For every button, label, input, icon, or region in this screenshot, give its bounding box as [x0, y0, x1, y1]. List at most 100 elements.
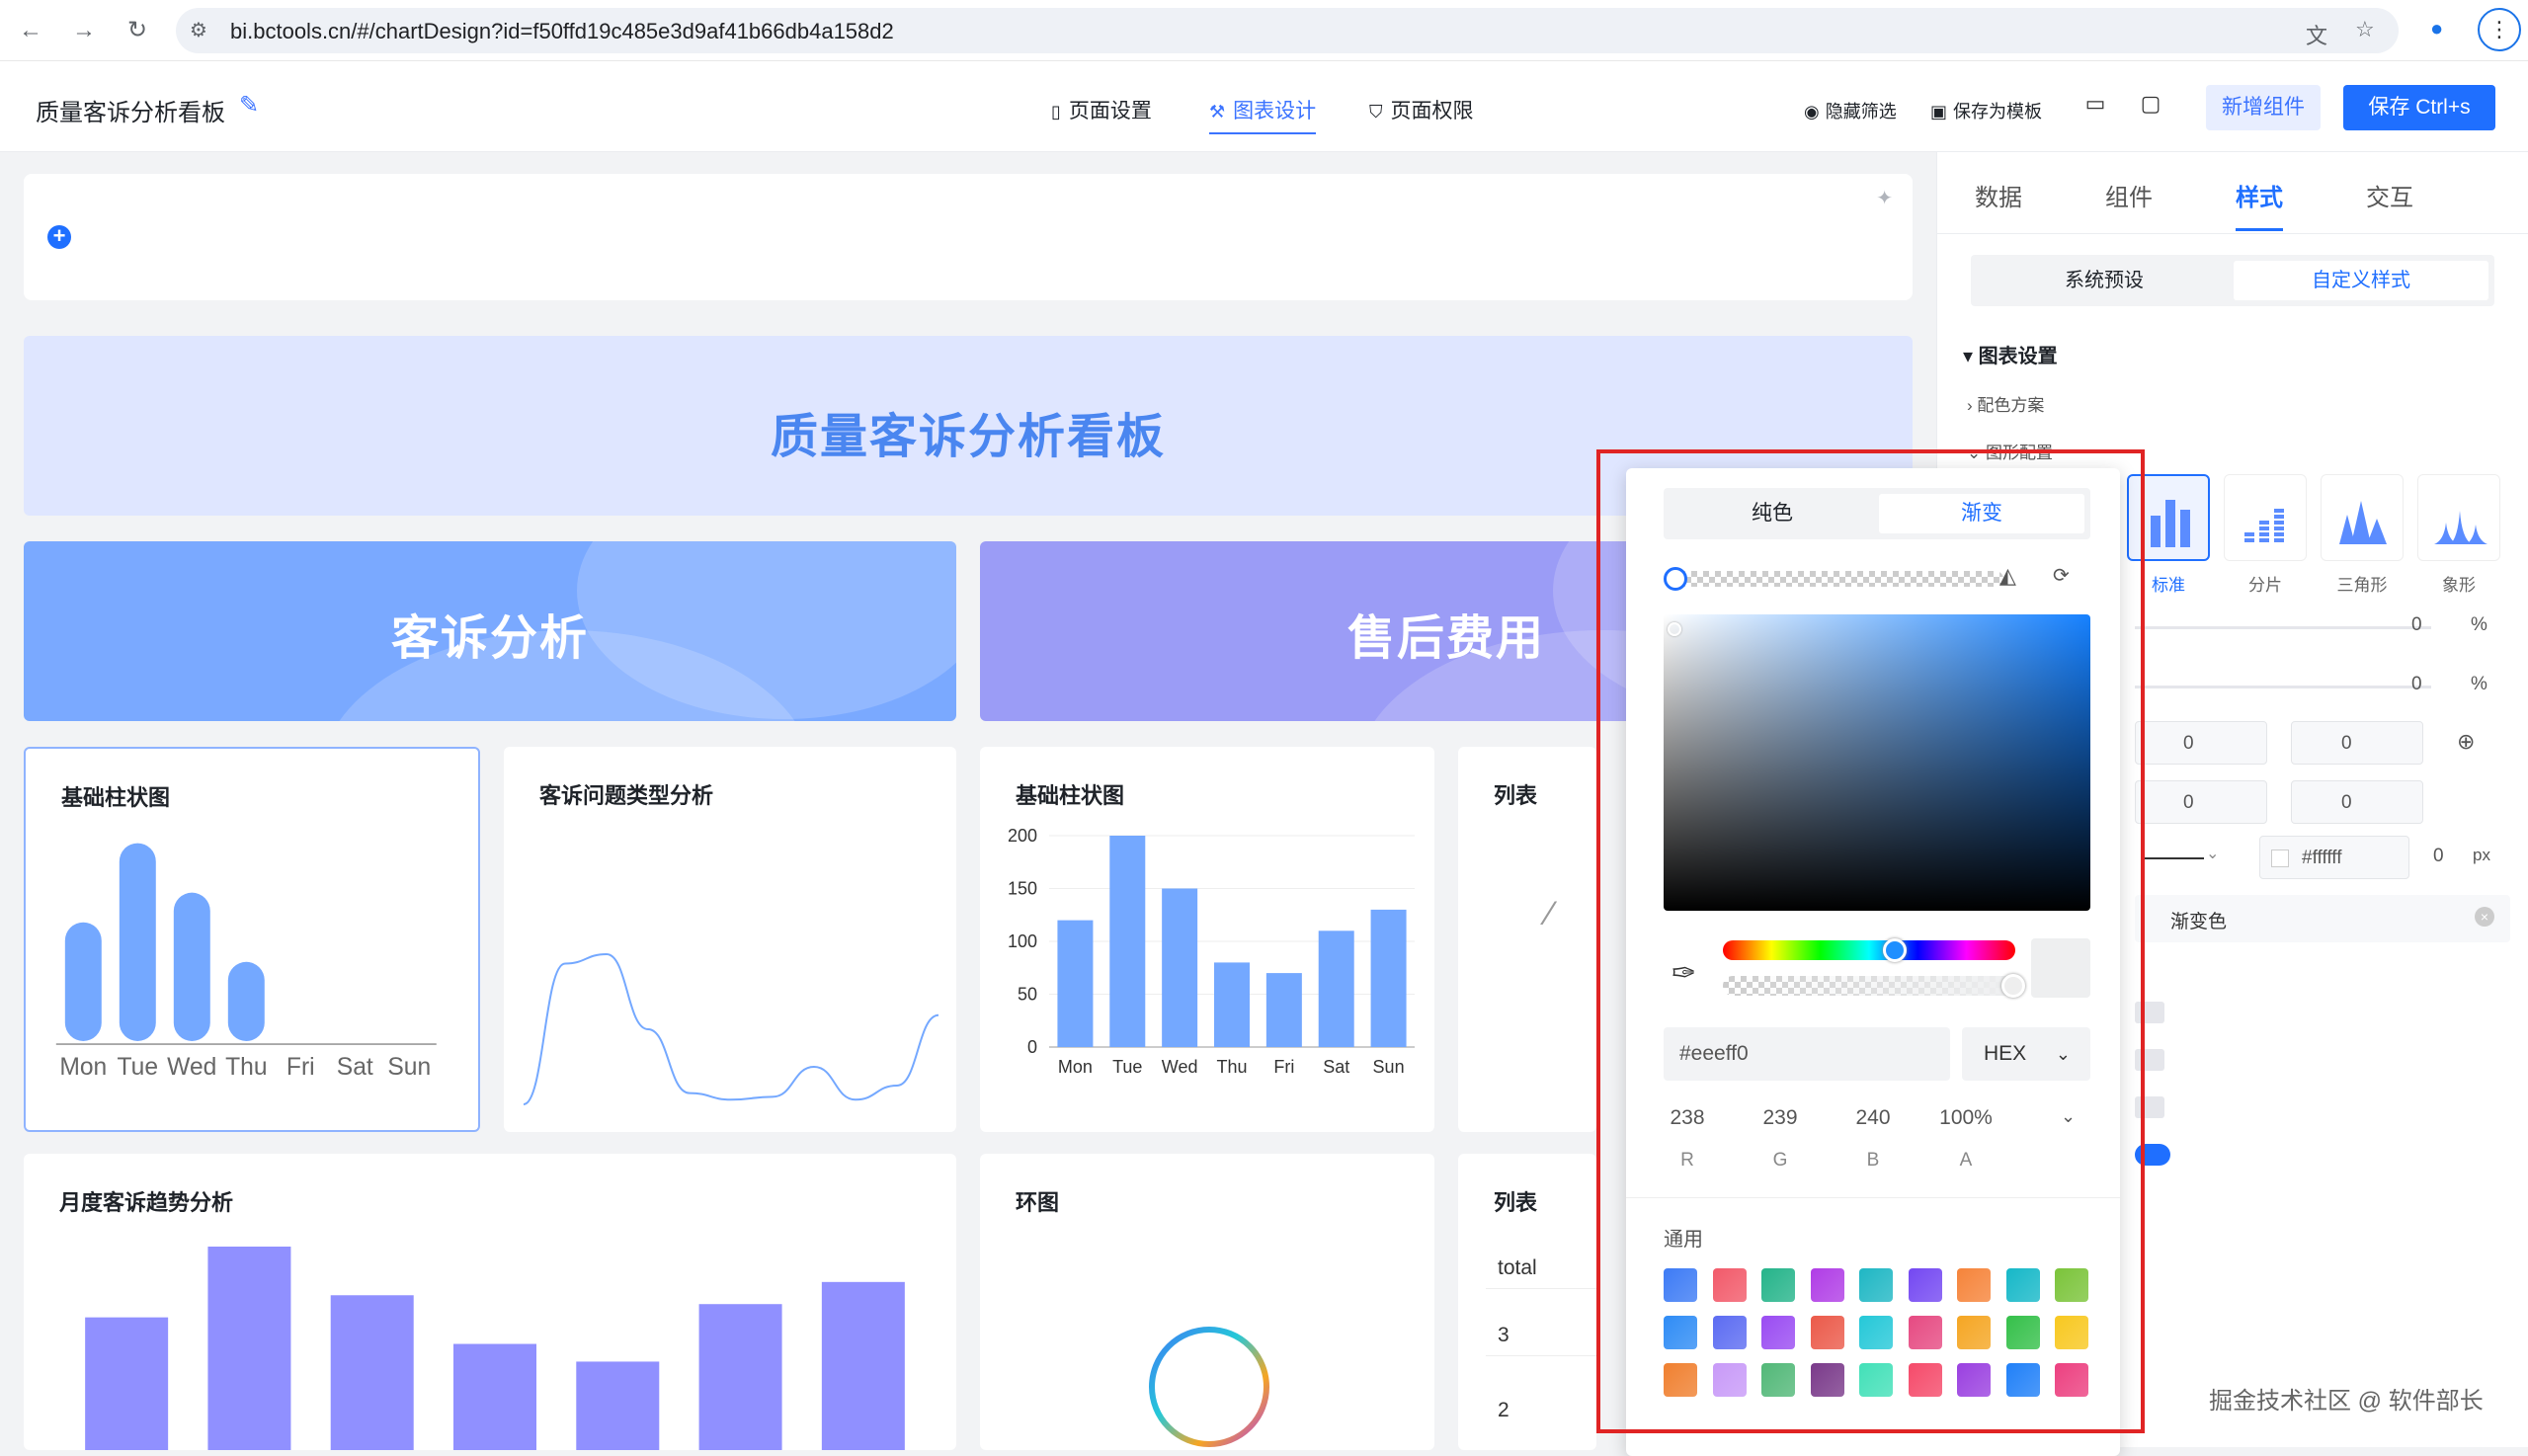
chart-card-list-2[interactable]: 列表 total 3 2 — [1458, 1154, 1596, 1450]
link-radius-icon[interactable]: ⊕ — [2457, 729, 2475, 755]
save-icon: ▣ — [1930, 102, 1948, 121]
segment-system-preset[interactable]: 系统预设 — [1977, 261, 2232, 300]
x-tick-label: Fri — [1273, 1057, 1294, 1077]
pct-unit-2: % — [2471, 674, 2487, 694]
panel-tab-data[interactable]: 数据 — [1975, 178, 2022, 212]
bar — [576, 1361, 660, 1450]
shape-label-triangle: 三角形 — [2336, 576, 2388, 595]
segment-custom-style[interactable]: 自定义样式 — [2234, 261, 2488, 300]
x-tick-label: Fri — [286, 1054, 315, 1081]
browser-toolbar: ← → ↻ ⚙ bi.bctools.cn/#/chartDesign?id=f… — [0, 0, 2528, 61]
dashboard-title: 质量客诉分析看板 — [36, 100, 225, 126]
bookmark-star-icon[interactable]: ☆ — [2355, 17, 2375, 42]
chart-card-monthly-trend[interactable]: 月度客诉趋势分析 — [24, 1154, 956, 1450]
bar — [821, 1281, 905, 1450]
shield-icon: ⛉ — [1369, 102, 1383, 121]
x-tick-label: Tue — [1112, 1057, 1142, 1077]
series-line — [523, 952, 939, 1105]
save-button[interactable]: 保存 Ctrl+s — [2343, 85, 2495, 130]
browser-menu-icon[interactable]: ⋮ — [2478, 8, 2521, 51]
site-settings-icon[interactable]: ⚙ — [190, 18, 207, 42]
chart-card-complaint-type[interactable]: 客诉问题类型分析 — [504, 747, 956, 1132]
y-tick-label: 200 — [1008, 826, 1037, 846]
slider-track-1[interactable] — [2135, 626, 2431, 629]
caret-down-icon: ▾ — [1963, 346, 1979, 367]
chart-card-basic-bar-3[interactable]: 基础柱状图 0 50 100 150 200 Mon Tue Wed Thu Fri Sat Sun — [980, 747, 1434, 1132]
hide-filter-button[interactable]: ◉ 隐藏筛选 — [1804, 98, 1897, 123]
border-color-swatch[interactable] — [2271, 849, 2289, 867]
radius-bottom-left-input[interactable]: 0 — [2135, 780, 2267, 824]
x-tick-label: Mon — [59, 1054, 107, 1081]
watermark: 掘金技术社区 @ 软件部长 — [2209, 1388, 2484, 1415]
chevron-right-icon: › — [1967, 396, 1978, 415]
shape-option-triangle[interactable] — [2321, 474, 2404, 561]
bar-chart-3: 0 50 100 150 200 Mon Tue Wed Thu Fri Sat Sun — [1008, 826, 1415, 1077]
segmented-bars-icon — [2244, 509, 2284, 542]
section-banner-complaint[interactable]: 客诉分析 — [24, 541, 956, 721]
add-filter-icon[interactable]: + — [47, 225, 71, 249]
radius-top-right-input[interactable]: 0 — [2291, 721, 2423, 765]
shape-option-segmented[interactable] — [2224, 474, 2307, 561]
chart-card-list-1[interactable]: 列表 ⁄ — [1458, 747, 1596, 1132]
chart-card-basic-bar-1[interactable]: 基础柱状图 Mon Tue Wed Thu Fri Sat Sun — [24, 747, 480, 1132]
color-scheme-item[interactable]: › 配色方案 — [1967, 391, 2044, 416]
forward-icon[interactable]: → — [69, 16, 99, 45]
pin-icon[interactable]: ✦ — [1876, 186, 1893, 210]
highlight-annotation-frame — [1596, 449, 2145, 1433]
tab-page-settings[interactable]: ▯ 页面设置 — [1051, 95, 1152, 124]
bar — [1370, 909, 1407, 1047]
add-component-button[interactable]: 新增组件 — [2206, 85, 2321, 130]
eye-icon: ◉ — [1804, 102, 1820, 121]
line-chart-2 — [523, 952, 939, 1105]
bookmark-icon: ▯ — [1051, 102, 1061, 121]
triangle-bars-icon — [2339, 501, 2387, 544]
back-icon[interactable]: ← — [16, 16, 45, 45]
radius-bottom-right-input[interactable]: 0 — [2291, 780, 2423, 824]
bar — [207, 1247, 291, 1450]
x-tick-label: Sun — [1373, 1057, 1405, 1077]
bar — [1214, 962, 1250, 1047]
x-tick-label: Sun — [387, 1054, 431, 1081]
desktop-view-icon[interactable]: ▭ — [2079, 91, 2112, 122]
address-bar[interactable]: ⚙ bi.bctools.cn/#/chartDesign?id=f50ffd1… — [176, 8, 2399, 53]
y-tick-label: 50 — [1018, 985, 1037, 1005]
chart-title: 列表 — [1494, 783, 1538, 808]
bar — [1057, 920, 1094, 1047]
tab-chart-design[interactable]: ⚒ 图表设计 — [1209, 95, 1317, 134]
panel-tab-component[interactable]: 组件 — [2105, 178, 2153, 212]
translate-icon[interactable]: 文 — [2306, 19, 2327, 50]
save-as-template-button[interactable]: ▣ 保存为模板 — [1930, 98, 2042, 123]
bar — [1265, 973, 1302, 1047]
chart-title: 列表 — [1494, 1190, 1538, 1215]
chart-card-ring[interactable]: 环图 — [980, 1154, 1434, 1450]
tab-page-permissions[interactable]: ⛉ 页面权限 — [1369, 95, 1474, 124]
chart-design-icon: ⚒ — [1209, 102, 1226, 121]
pct-value-2[interactable]: 0 — [2411, 674, 2422, 695]
bar — [227, 961, 265, 1041]
border-width-value[interactable]: 0 — [2433, 846, 2444, 867]
panel-tab-interaction[interactable]: 交互 — [2366, 178, 2413, 212]
panel-tab-style[interactable]: 样式 — [2236, 178, 2283, 231]
tablet-view-icon[interactable]: ▢ — [2134, 91, 2167, 122]
slider-track-2[interactable] — [2135, 686, 2431, 688]
edit-title-icon[interactable]: ✎ — [239, 91, 259, 120]
bar — [119, 843, 156, 1041]
bar — [698, 1304, 782, 1450]
url-text[interactable]: bi.bctools.cn/#/chartDesign?id=f50ffd19c… — [230, 19, 894, 44]
bar — [64, 922, 102, 1041]
reload-icon[interactable]: ↻ — [122, 16, 152, 45]
pct-value-1[interactable]: 0 — [2411, 614, 2422, 636]
x-tick-label: Thu — [1216, 1057, 1247, 1077]
y-tick-label: 100 — [1008, 931, 1037, 951]
list-header-cell: total — [1486, 1249, 1596, 1289]
radius-top-left-input[interactable]: 0 — [2135, 721, 2267, 765]
shape-option-pictorial[interactable] — [2417, 474, 2500, 561]
clear-icon[interactable]: × — [2475, 907, 2494, 927]
list-cell: 3 — [1486, 1316, 1596, 1356]
chevron-down-icon[interactable]: ⌄ — [2206, 844, 2219, 863]
gradient-color-field[interactable]: 渐变色 × — [2135, 895, 2510, 942]
profile-icon[interactable]: ● — [2430, 16, 2443, 41]
bar — [1162, 888, 1198, 1047]
chart-settings-header[interactable]: ▾ 图表设置 — [1963, 340, 2058, 368]
border-style-line — [2145, 857, 2204, 859]
